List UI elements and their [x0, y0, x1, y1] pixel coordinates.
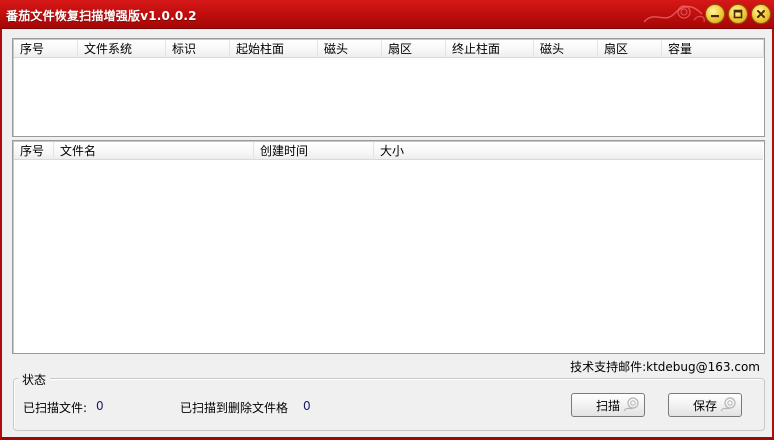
column-header-filesystem[interactable]: 文件系统 — [78, 40, 166, 58]
column-header-end-cylinder[interactable]: 终止柱面 — [446, 40, 534, 58]
close-icon — [757, 10, 765, 18]
column-header-size[interactable]: 大小 — [374, 142, 764, 160]
save-button-label: 保存 — [693, 398, 718, 413]
scanned-files-count: 0 — [96, 399, 104, 413]
column-header-start-cylinder[interactable]: 起始柱面 — [230, 40, 318, 58]
column-header-created-time[interactable]: 创建时间 — [254, 142, 374, 160]
minimize-button[interactable] — [705, 4, 725, 24]
column-header-end-sector[interactable]: 扇区 — [598, 40, 662, 58]
column-header-capacity[interactable]: 容量 — [662, 40, 764, 58]
maximize-icon — [733, 9, 743, 19]
maximize-button[interactable] — [728, 4, 748, 24]
column-header-index[interactable]: 序号 — [14, 142, 54, 160]
close-button[interactable] — [751, 4, 771, 24]
save-button[interactable]: 保存 — [668, 393, 742, 417]
column-header-end-head[interactable]: 磁头 — [534, 40, 598, 58]
file-list-header: 序号 文件名 创建时间 大小 — [14, 142, 763, 160]
column-header-index[interactable]: 序号 — [14, 40, 78, 58]
partition-list-header: 序号 文件系统 标识 起始柱面 磁头 扇区 终止柱面 磁头 扇区 容量 — [14, 40, 764, 58]
swirl-ornament-icon — [720, 397, 736, 412]
status-legend: 状态 — [18, 371, 51, 388]
swirl-ornament-icon — [623, 397, 639, 412]
window-title: 番茄文件恢复扫描增强版v1.0.0.2 — [6, 9, 197, 23]
deleted-files-found-count: 0 — [303, 399, 311, 413]
file-list[interactable]: 序号 文件名 创建时间 大小 — [12, 140, 765, 354]
minimize-icon — [711, 15, 719, 18]
column-header-id[interactable]: 标识 — [166, 40, 230, 58]
title-bar[interactable]: 番茄文件恢复扫描增强版v1.0.0.2 — [0, 0, 774, 29]
column-header-filename[interactable]: 文件名 — [54, 142, 254, 160]
support-email: 技术支持邮件:ktdebug@163.com — [570, 360, 760, 374]
scanned-files-label: 已扫描文件: — [23, 401, 88, 415]
column-header-start-head[interactable]: 磁头 — [318, 40, 382, 58]
partition-list[interactable]: 序号 文件系统 标识 起始柱面 磁头 扇区 终止柱面 磁头 扇区 容量 — [12, 38, 765, 137]
scan-button[interactable]: 扫描 — [571, 393, 645, 417]
cloud-ornament-icon — [643, 5, 705, 23]
status-group — [13, 378, 765, 431]
deleted-files-found-label: 已扫描到删除文件格 — [180, 401, 289, 415]
column-header-start-sector[interactable]: 扇区 — [382, 40, 446, 58]
scan-button-label: 扫描 — [596, 398, 621, 413]
app-window: 番茄文件恢复扫描增强版v1.0.0.2 序号 文件系统 标识 起始柱面 磁头 扇… — [0, 0, 774, 440]
